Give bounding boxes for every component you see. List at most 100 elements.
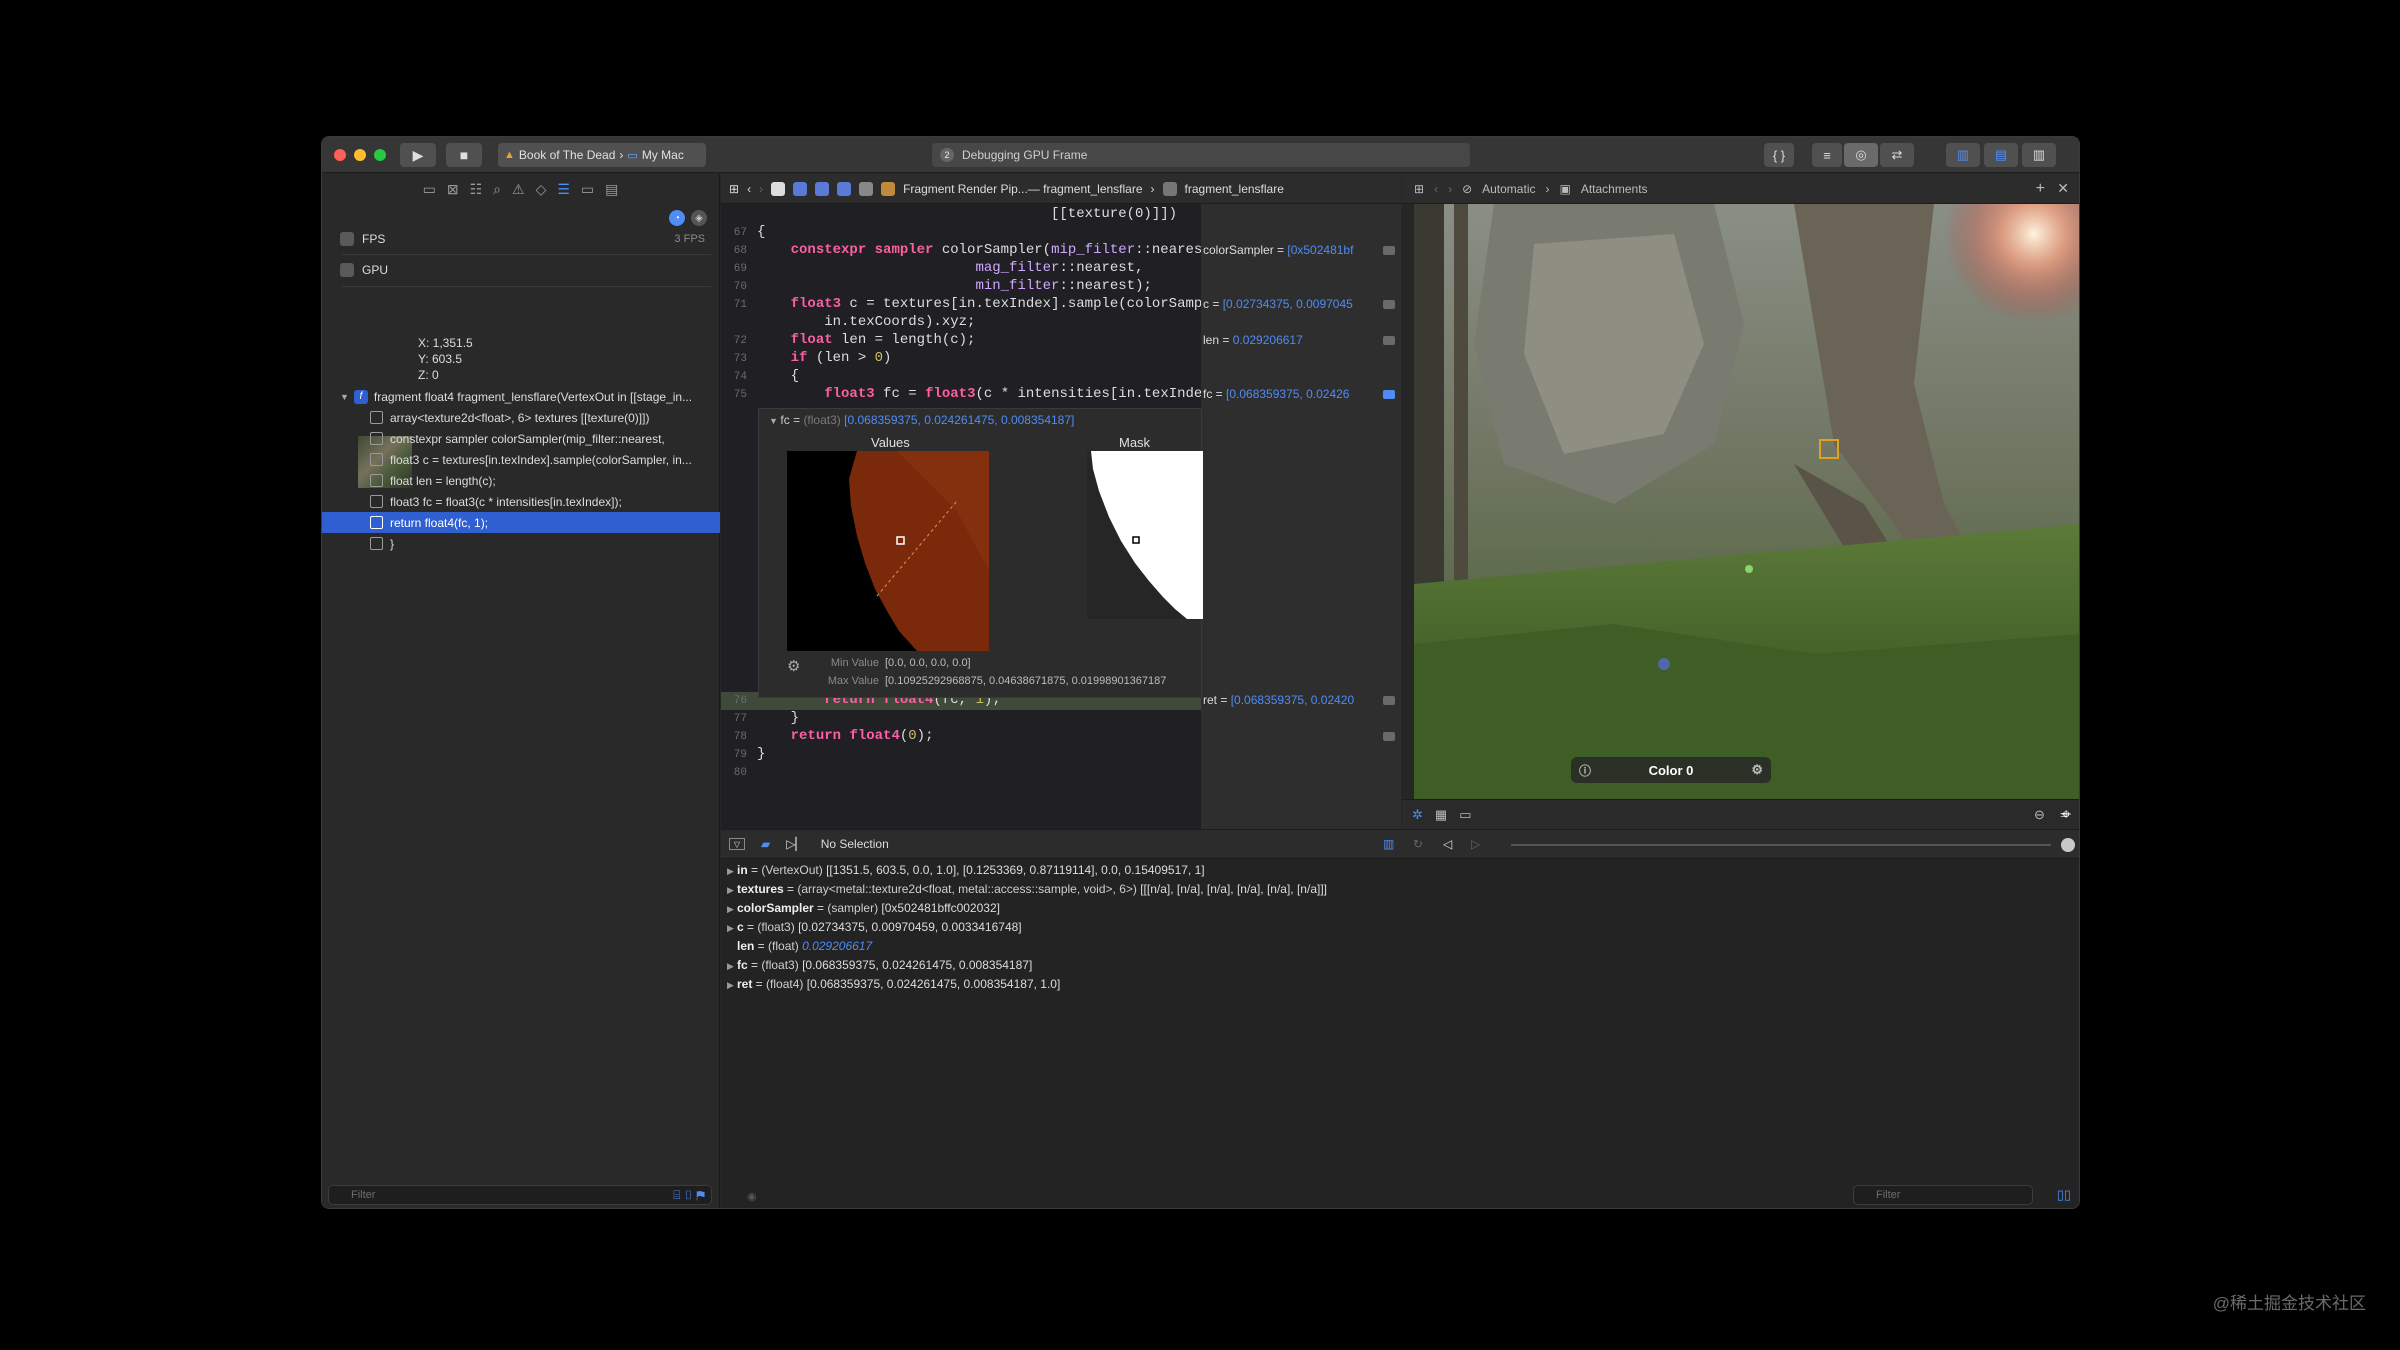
values-image[interactable] xyxy=(787,451,989,651)
screen-icon[interactable]: ▭ xyxy=(1459,807,1471,823)
shader-icon[interactable] xyxy=(859,181,874,196)
breadcrumb-function[interactable]: fragment_lensflare xyxy=(1185,182,1284,196)
value-toggle-icon[interactable] xyxy=(1383,300,1395,309)
add-editor-icon[interactable]: + xyxy=(2036,180,2045,198)
variable-row[interactable]: ▶ ret = (float4) [0.068359375, 0.02426147… xyxy=(727,977,1060,996)
result-ret[interactable]: ret = [0.068359375, 0.02420 xyxy=(1203,693,1399,709)
value-toggle-icon[interactable] xyxy=(1383,336,1395,345)
filter-options-icon[interactable]: ⌸ ▯ ⚑ xyxy=(673,1188,705,1203)
back-icon[interactable]: ‹ xyxy=(747,182,751,196)
disclosure-triangle-icon[interactable]: ▶ xyxy=(727,904,737,915)
debug-icon[interactable]: ☰ xyxy=(557,181,570,198)
standard-editor-button[interactable]: ≡ xyxy=(1812,143,1842,167)
forward-icon[interactable]: › xyxy=(759,182,763,196)
film-icon[interactable]: ▦ xyxy=(1435,807,1447,823)
draw-icon[interactable] xyxy=(837,181,852,196)
version-editor-button[interactable]: ⇄ xyxy=(1880,143,1914,167)
step-forward-icon[interactable]: ▷ xyxy=(1471,837,1480,851)
breakpoint-icon[interactable]: ▭ xyxy=(581,181,594,198)
source-control-icon[interactable]: ⊠ xyxy=(447,181,459,198)
gear-icon[interactable]: ⚙ xyxy=(1751,762,1763,778)
library-button[interactable]: { } xyxy=(1764,143,1794,167)
scrub-handle[interactable] xyxy=(2061,838,2075,852)
result-len[interactable]: len = 0.029206617 xyxy=(1203,333,1399,349)
variable-row[interactable]: ▶ textures = (array<metal::texture2d<floa… xyxy=(727,882,1327,901)
run-button[interactable]: ▶ xyxy=(400,143,436,167)
variable-row[interactable]: ▶ fc = (float3) [0.068359375, 0.024261475… xyxy=(727,958,1032,977)
disclosure-triangle-icon[interactable]: ▶ xyxy=(727,866,737,877)
tree-row[interactable]: constexpr sampler colorSampler(mip_filte… xyxy=(322,428,720,449)
report-icon[interactable]: ▤ xyxy=(605,181,618,198)
find-icon[interactable]: ⌕ xyxy=(493,181,501,198)
pipeline-icon[interactable] xyxy=(793,181,808,196)
value-toggle-icon-active[interactable] xyxy=(1383,390,1395,399)
navigator-filter-input[interactable]: Filter ⌸ ▯ ⚑ xyxy=(328,1185,712,1205)
zoom-window-button[interactable] xyxy=(374,149,386,161)
tree-row[interactable]: array<texture2d<float>, 6> textures [[te… xyxy=(322,407,720,428)
variable-row[interactable]: ▶ in = (VertexOut) [[1351.5, 603.5, 0.0, … xyxy=(727,863,1205,882)
variables-filter-input[interactable]: Filter xyxy=(1853,1185,2033,1205)
scheme-selector[interactable]: ▲ Book of The Dead › ▭ My Mac xyxy=(498,143,706,167)
result-c[interactable]: c = [0.02734375, 0.0097045 xyxy=(1203,297,1399,313)
disclosure-triangle-icon[interactable]: ▶ xyxy=(727,980,737,991)
attachment-texture-view[interactable] xyxy=(1414,204,2079,799)
variable-row[interactable]: ▶ colorSampler = (sampler) [0x502481bffc0… xyxy=(727,901,1000,920)
info-icon[interactable]: ⓘ xyxy=(1579,762,1591,779)
related-items-icon[interactable]: ⊞ xyxy=(1414,182,1424,196)
minimize-window-button[interactable] xyxy=(354,149,366,161)
hierarchy-icon[interactable]: ☷ xyxy=(470,181,483,198)
hide-debug-area-icon[interactable]: ▽ xyxy=(729,838,745,850)
breakpoints-toggle-icon[interactable]: ▰ xyxy=(761,837,770,851)
toggle-inspector-button[interactable]: ▥ xyxy=(2022,143,2056,167)
disclosure-triangle-icon[interactable]: ▶ xyxy=(727,923,737,934)
filter-shield-icon[interactable]: ◈ xyxy=(691,210,707,226)
target-icon[interactable]: ⌖ xyxy=(2061,805,2071,825)
document-icon[interactable] xyxy=(771,181,786,196)
tree-row-selected[interactable]: return float4(fc, 1); xyxy=(322,512,720,533)
variable-row[interactable]: ▶ c = (float3) [0.02734375, 0.00970459, 0… xyxy=(727,920,1022,939)
forward-icon[interactable]: › xyxy=(1448,182,1452,196)
result-colorSampler[interactable]: colorSampler = [0x502481bf xyxy=(1203,243,1399,259)
tree-row[interactable]: float3 c = textures[in.texIndex].sample(… xyxy=(322,449,720,470)
step-back-icon[interactable]: ◁ xyxy=(1443,837,1452,851)
fps-row[interactable]: FPS 3 FPS xyxy=(322,227,719,251)
attachments-label[interactable]: Attachments xyxy=(1581,182,1648,196)
pixel-inspector-icon[interactable]: ✲ xyxy=(1412,807,1423,823)
tree-row[interactable]: float len = length(c); xyxy=(322,470,720,491)
eye-icon[interactable]: ◉ xyxy=(747,1190,757,1203)
folder-icon[interactable]: ▭ xyxy=(423,181,436,198)
tree-row[interactable]: } xyxy=(322,533,720,554)
pass-icon[interactable] xyxy=(815,181,830,196)
disclosure-triangle-icon[interactable]: ▶ xyxy=(727,961,737,972)
disclosure-triangle-icon[interactable]: ▶ xyxy=(727,885,737,896)
value-toggle-icon[interactable] xyxy=(1383,696,1395,705)
stop-button[interactable]: ■ xyxy=(446,143,482,167)
tree-row[interactable]: float3 fc = float3(c * intensities[in.te… xyxy=(322,491,720,512)
close-window-button[interactable] xyxy=(334,149,346,161)
popover-header[interactable]: ▼ fc = (float3) [0.068359375, 0.02426147… xyxy=(759,409,1201,431)
debug-shader-icon[interactable]: ▥ xyxy=(1383,837,1394,851)
attachment-color-selector[interactable]: ⓘ Color 0 ⚙ xyxy=(1571,757,1771,783)
assistant-mode[interactable]: Automatic xyxy=(1482,182,1535,196)
assistant-editor-button[interactable]: ◎ xyxy=(1844,143,1878,167)
process-icon[interactable]: ◔ xyxy=(669,210,685,226)
gear-icon[interactable]: ⚙ xyxy=(787,657,800,675)
toggle-navigator-button[interactable]: ▥ xyxy=(1946,143,1980,167)
value-toggle-icon[interactable] xyxy=(1383,246,1395,255)
breadcrumb-pipeline[interactable]: Fragment Render Pip...— fragment_lensfla… xyxy=(903,182,1142,196)
value-toggle-icon[interactable] xyxy=(1383,732,1395,741)
continue-icon[interactable]: ▷▏ xyxy=(786,837,804,851)
close-icon[interactable]: ✕ xyxy=(2057,180,2069,197)
reload-icon[interactable]: ↻ xyxy=(1413,837,1423,851)
result-fc[interactable]: fc = [0.068359375, 0.02426 xyxy=(1203,387,1399,403)
test-icon[interactable]: ◇ xyxy=(536,181,547,198)
tree-row-function[interactable]: ▼ f fragment float4 fragment_lensflare(V… xyxy=(322,386,720,407)
mask-image[interactable] xyxy=(1087,451,1203,619)
back-icon[interactable]: ‹ xyxy=(1434,182,1438,196)
warning-icon[interactable]: ⚠ xyxy=(512,181,525,198)
zoom-out-icon[interactable]: ⊖ xyxy=(2034,807,2045,823)
split-view-icon[interactable]: ▯▯ xyxy=(2057,1187,2071,1203)
variable-row[interactable]: len = (float) 0.029206617 xyxy=(727,939,872,958)
related-items-icon[interactable]: ⊞ xyxy=(729,182,739,196)
toggle-debug-area-button[interactable]: ▤ xyxy=(1984,143,2018,167)
